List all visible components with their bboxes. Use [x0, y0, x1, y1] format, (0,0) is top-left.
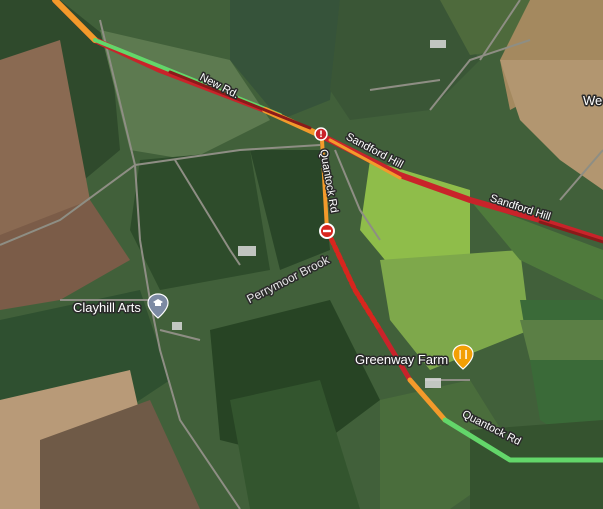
place-label-partial: We	[583, 93, 602, 108]
warning-icon[interactable]	[314, 127, 328, 141]
satellite-map[interactable]: New Rd. Sandford Hill Sandford Hill Quan…	[0, 0, 603, 509]
no-entry-icon[interactable]	[319, 223, 335, 239]
poi-label-clayhill-arts: Clayhill Arts	[73, 300, 141, 315]
poi-label-greenway-farm: Greenway Farm	[355, 352, 448, 367]
